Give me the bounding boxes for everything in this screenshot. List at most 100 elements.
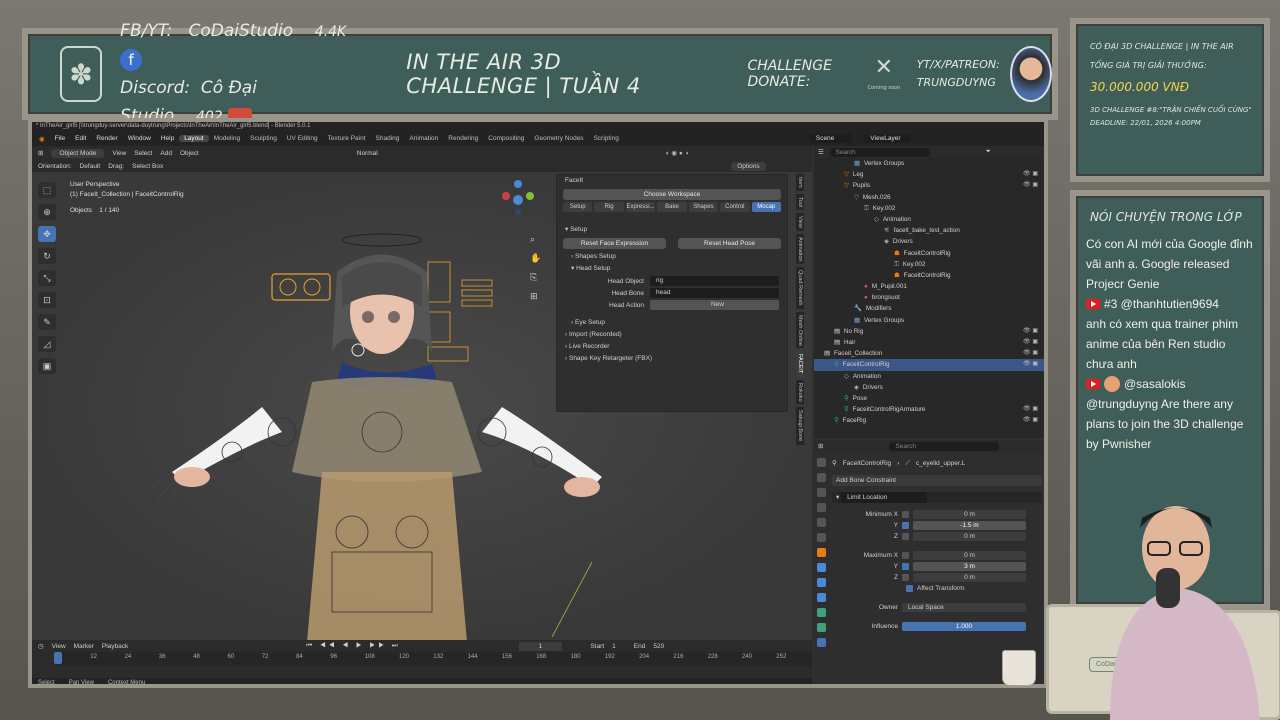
outliner-row[interactable]: ▦ Vertex Groups (814, 315, 1044, 326)
visibility-toggle-icon[interactable]: 👁 ▣ (1023, 337, 1038, 348)
object-menu[interactable]: Object (180, 150, 199, 157)
sidetab-faceit[interactable]: FACEIT (796, 351, 804, 377)
sidetab-view[interactable]: View (796, 212, 804, 231)
shading-icons[interactable]: ◐ ◉ ● ◑ (666, 149, 689, 157)
head-bone-input[interactable]: head (650, 288, 779, 298)
data-tab-icon[interactable] (816, 608, 826, 617)
menu-file[interactable]: File (50, 135, 70, 142)
reset-face-expression-button[interactable]: Reset Face Expression (563, 238, 666, 249)
sidetab-rokoko[interactable]: Rokoko (796, 379, 804, 405)
view-layer-selector[interactable]: ViewLayer (864, 134, 911, 143)
editor-type-icon[interactable]: ⊞ (38, 149, 43, 157)
outliner-editor-icon[interactable]: ☰ (818, 149, 824, 156)
min-z-checkbox[interactable] (902, 533, 909, 540)
max-x-checkbox[interactable] (902, 552, 909, 559)
outliner[interactable]: ☰ Search ⏷ ▦ Vertex Groups ▽ Leg 👁 ▣ ▽ Pupils 👁… (814, 146, 1044, 438)
visibility-toggle-icon[interactable]: 👁 ▣ (1023, 415, 1038, 426)
visibility-toggle-icon[interactable]: 👁 ▣ (1023, 404, 1038, 415)
max-y-checkbox[interactable] (902, 563, 909, 570)
outliner-row[interactable]: ◈ Drivers (814, 382, 1044, 393)
camera-icon[interactable]: ⎘ (530, 272, 541, 283)
visibility-toggle-icon[interactable]: 👁 ▣ (1023, 326, 1038, 337)
pan-hand-icon[interactable]: ✋ (530, 253, 541, 264)
outliner-row[interactable]: ☗ FaceitControlRig (814, 270, 1044, 281)
properties-editor-icon[interactable]: ⊞ (818, 442, 823, 450)
outliner-row[interactable]: ▽ Leg 👁 ▣ (814, 169, 1044, 180)
tab-shapes[interactable]: Shapes (688, 202, 719, 212)
constraint-name-field[interactable]: Limit Location (841, 492, 928, 503)
blender-logo-icon[interactable]: ◉ (34, 135, 50, 143)
add-cube-tool-icon[interactable]: ▣ (38, 358, 56, 374)
outliner-row[interactable]: ⚟ facelt_bake_test_action (814, 225, 1044, 236)
min-y-field[interactable]: -1.5 m (913, 521, 1026, 530)
outliner-row[interactable]: ⚿ Key.002 (814, 203, 1044, 214)
measure-tool-icon[interactable]: ◿ (38, 336, 56, 352)
playback-controls[interactable]: ⏮ ◀◀ ◀ ▶ ▶▶ ⏭ (306, 642, 401, 650)
outliner-row[interactable]: ⚲ Pose (814, 393, 1044, 404)
menu-help[interactable]: Help (156, 135, 179, 142)
max-y-field[interactable]: 3 m (913, 562, 1026, 571)
current-frame-field[interactable]: 1 (518, 641, 563, 651)
playhead[interactable] (54, 652, 62, 664)
outliner-row[interactable]: ⚲ FaceitControlRig 👁 ▣ (814, 359, 1044, 371)
workspace-scripting[interactable]: Scripting (589, 135, 624, 142)
outliner-row[interactable]: ▤ No Rig 👁 ▣ (814, 326, 1044, 337)
workspace-sculpting[interactable]: Sculpting (245, 135, 282, 142)
add-menu[interactable]: Add (160, 150, 172, 157)
modifier-tab-icon[interactable] (816, 563, 826, 572)
cursor-tool-icon[interactable]: ⊕ (38, 204, 56, 220)
outliner-row[interactable]: ● M_Pupil.001 (814, 281, 1044, 292)
zoom-icon[interactable]: ⌕ (530, 234, 541, 245)
tab-rig[interactable]: Rig (594, 202, 624, 212)
visibility-toggle-icon[interactable]: 👁 ▣ (1023, 348, 1038, 359)
workspace-layout[interactable]: Layout (179, 135, 209, 142)
sidetab-mesh-online[interactable]: Mesh Online (796, 311, 804, 349)
rotate-tool-icon[interactable]: ↻ (38, 248, 56, 264)
orientation-selector[interactable]: Default (80, 163, 101, 170)
scale-tool-icon[interactable]: ⤡ (38, 270, 56, 286)
outliner-row[interactable]: ▽ Pupils 👁 ▣ (814, 180, 1044, 191)
view-layer-tab-icon[interactable] (816, 503, 826, 512)
bone-constraint-tab-icon[interactable] (816, 638, 826, 647)
scene-selector[interactable]: Scene (809, 134, 853, 143)
workspace-texture-paint[interactable]: Texture Paint (323, 135, 371, 142)
properties-search[interactable]: Search (889, 441, 1000, 451)
outliner-row[interactable]: ▤ Hair 👁 ▣ (814, 337, 1044, 348)
min-z-field[interactable]: 0 m (913, 532, 1026, 541)
live-recorder-section[interactable]: › Live Recorder (557, 341, 787, 353)
3d-viewport[interactable]: ⬚ ⊕ ✥ ↻ ⤡ ⊡ ✎ ◿ ▣ User Perspective (1) F… (32, 172, 812, 642)
limit-location-header[interactable]: ▾ Limit Location (832, 492, 1042, 503)
transform-orientation[interactable]: Normal (357, 150, 378, 157)
outliner-row[interactable]: ◇ Animation (814, 371, 1044, 382)
frame-ruler[interactable]: 1122436486072849610812013214415616818019… (54, 652, 812, 666)
annotate-tool-icon[interactable]: ✎ (38, 314, 56, 330)
options-menu[interactable]: Options (731, 161, 766, 171)
shapes-setup-section[interactable]: › Shapes Setup (557, 251, 787, 263)
influence-slider[interactable]: 1.000 (902, 622, 1026, 631)
setup-section[interactable]: ▾ Setup (557, 224, 787, 236)
timeline-playback-menu[interactable]: Playback (102, 643, 128, 650)
menu-window[interactable]: Window (123, 135, 156, 142)
import-recorded-section[interactable]: › Import (Recorded) (557, 329, 787, 341)
outliner-row[interactable]: ▦ Vertex Groups (814, 158, 1044, 169)
bone-tab-icon[interactable] (816, 623, 826, 632)
select-tool-icon[interactable]: ⬚ (38, 182, 56, 198)
reset-head-pose-button[interactable]: Reset Head Pose (678, 238, 781, 249)
menu-edit[interactable]: Edit (70, 135, 91, 142)
workspace-uv-editing[interactable]: UV Editing (282, 135, 323, 142)
outliner-row[interactable]: ☗ FaceitControlRig (814, 248, 1044, 259)
visibility-toggle-icon[interactable]: 👁 ▣ (1023, 359, 1038, 370)
filter-icon[interactable]: ⏷ (986, 148, 991, 156)
mode-selector[interactable]: Object Mode (51, 148, 105, 158)
outliner-row[interactable]: ⚲ FaceRig 👁 ▣ (814, 415, 1044, 426)
min-x-field[interactable]: 0 m (913, 510, 1026, 519)
tool-tab-icon[interactable] (816, 458, 826, 467)
outliner-search[interactable]: Search (829, 147, 930, 157)
transform-tool-icon[interactable]: ⊡ (38, 292, 56, 308)
timeline-view-menu[interactable]: View (52, 643, 66, 650)
min-x-checkbox[interactable] (902, 511, 909, 518)
menu-render[interactable]: Render (91, 135, 122, 142)
outliner-row[interactable]: ▽ Mesh.026 (814, 192, 1044, 203)
sidetab-animation[interactable]: Animation (796, 233, 804, 265)
max-z-field[interactable]: 0 m (913, 573, 1026, 582)
